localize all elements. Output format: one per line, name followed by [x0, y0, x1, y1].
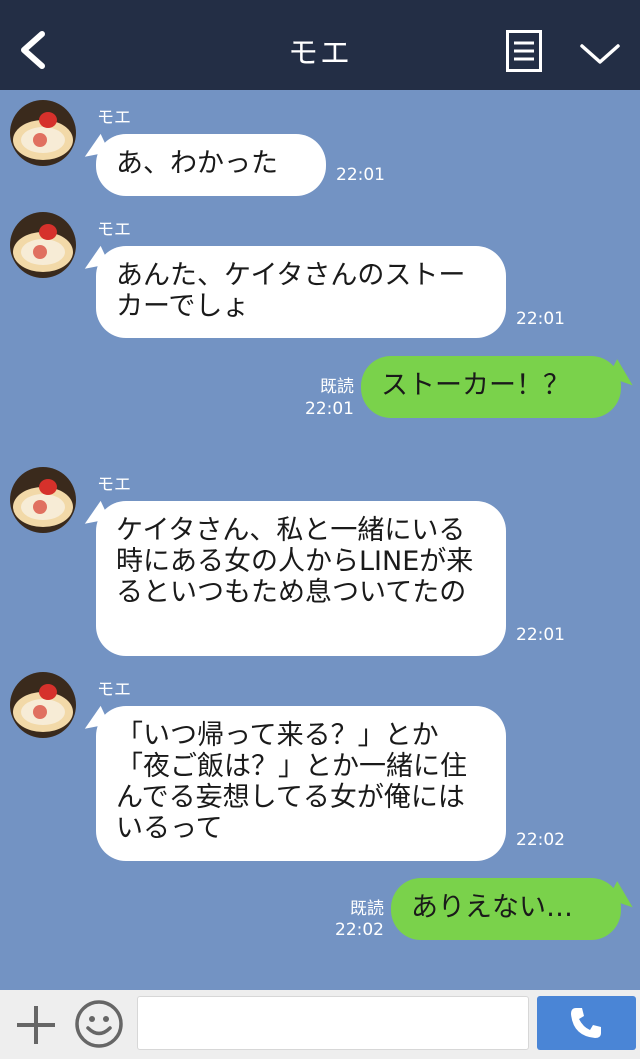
read-receipt: 既読: [320, 377, 354, 397]
avatar[interactable]: [10, 467, 76, 533]
avatar[interactable]: [10, 672, 76, 738]
message-bubble[interactable]: ケイタさん、私と一緒にいる時にある女の人からLINEが来るといつもため息ついてた…: [96, 501, 506, 656]
emoji-icon[interactable]: [74, 999, 124, 1049]
sender-name: モエ: [97, 680, 131, 700]
read-receipt: 既読: [350, 899, 384, 919]
message-bubble[interactable]: あ、わかった: [96, 134, 326, 196]
sender-name: モエ: [97, 108, 131, 128]
sender-name: モエ: [97, 475, 131, 495]
avatar[interactable]: [10, 100, 76, 166]
message-time: 22:02: [335, 920, 384, 940]
message-bubble[interactable]: ストーカー！？: [361, 356, 621, 418]
menu-icon[interactable]: [506, 30, 542, 72]
call-button[interactable]: [537, 996, 636, 1050]
sender-name: モエ: [97, 220, 131, 240]
message-time: 22:01: [305, 399, 354, 419]
chat-title: モエ: [288, 36, 352, 71]
message-time: 22:02: [516, 830, 565, 850]
message-time: 22:01: [516, 309, 565, 329]
message-bubble[interactable]: あんた、ケイタさんのストーカーでしょ: [96, 246, 506, 338]
plus-icon[interactable]: [14, 1003, 58, 1047]
message-bubble[interactable]: 「いつ帰って来る？」とか「夜ご飯は？」とか一緒に住んでる妄想してる女が俺にはいる…: [96, 706, 506, 861]
header-bar: モエ: [0, 0, 640, 90]
chevron-down-icon[interactable]: [578, 40, 622, 68]
message-time: 22:01: [516, 625, 565, 645]
avatar[interactable]: [10, 212, 76, 278]
message-bubble[interactable]: ありえない…: [391, 878, 621, 940]
message-time: 22:01: [336, 165, 385, 185]
phone-icon: [571, 1008, 601, 1038]
message-input[interactable]: [137, 996, 529, 1050]
